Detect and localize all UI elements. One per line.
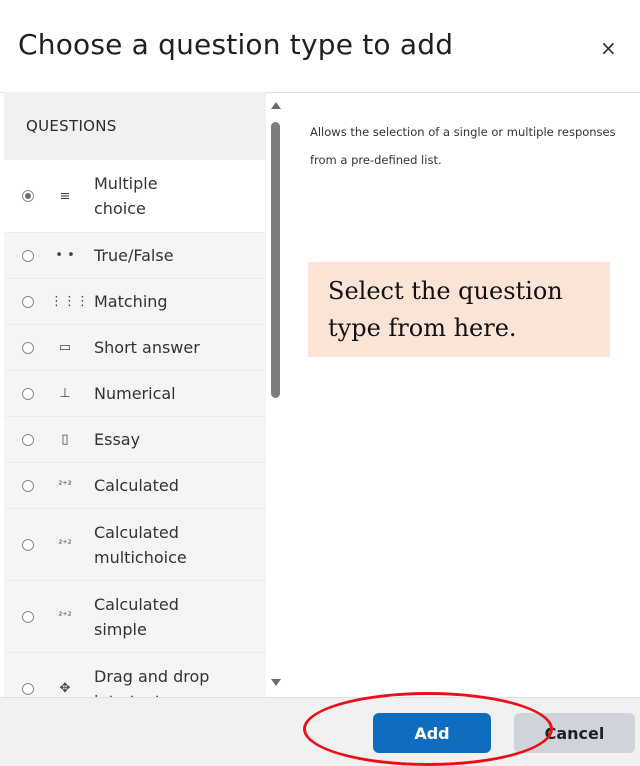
annotation-callout: Select the question type from here. (308, 262, 610, 357)
scroll-down-arrow-icon[interactable] (271, 679, 281, 686)
dialog-header: Choose a question type to add × (0, 0, 640, 93)
radio-calculated[interactable] (22, 479, 34, 492)
option-label: Short answer (94, 338, 200, 357)
option-short-answer[interactable]: ▭ Short answer (4, 325, 266, 371)
radio-numerical[interactable] (22, 387, 34, 400)
option-multiple-choice[interactable]: ≡ Multiple choice (4, 160, 266, 233)
option-label: Calculated (94, 476, 179, 495)
option-label: Calculated multichoice (94, 522, 187, 567)
scroll-up-arrow-icon[interactable] (271, 102, 281, 109)
radio-short-answer[interactable] (22, 341, 34, 354)
option-matching[interactable]: ⋮⋮⋮ Matching (4, 279, 266, 325)
option-label: Calculated simple (94, 594, 179, 639)
option-true-false[interactable]: • • True/False (4, 233, 266, 279)
radio-matching[interactable] (22, 295, 34, 308)
radio-multiple-choice[interactable] (22, 190, 34, 202)
numerical-icon: ⊥ (59, 386, 71, 401)
option-essay[interactable]: ▯ Essay (4, 417, 266, 463)
option-label: Numerical (94, 384, 176, 403)
questions-category-header: QUESTIONS (4, 92, 266, 160)
add-button[interactable]: Add (373, 713, 491, 753)
option-numerical[interactable]: ⊥ Numerical (4, 371, 266, 417)
radio-calculated-multichoice[interactable] (22, 538, 34, 551)
option-label: True/False (94, 246, 174, 265)
option-calculated-multichoice[interactable]: ²⁺² Calculated multichoice (4, 509, 266, 581)
list-scrollbar[interactable] (268, 100, 284, 692)
cancel-button[interactable]: Cancel (514, 713, 635, 753)
close-icon[interactable]: × (600, 36, 617, 60)
list-icon: ≡ (59, 188, 71, 204)
calculated-multichoice-icon: ²⁺² (58, 539, 72, 550)
essay-page-icon: ▯ (61, 432, 69, 447)
scrollbar-thumb[interactable] (271, 122, 280, 398)
option-calculated[interactable]: ²⁺² Calculated (4, 463, 266, 509)
matching-grid-icon: ⋮⋮⋮ (50, 294, 89, 309)
option-label: Drag and drop into text (94, 666, 210, 698)
radio-true-false[interactable] (22, 249, 34, 262)
dialog-title: Choose a question type to add (18, 28, 454, 61)
radio-essay[interactable] (22, 433, 34, 446)
radio-calculated-simple[interactable] (22, 610, 34, 623)
question-type-list: QUESTIONS ≡ Multiple choice • • True/Fal… (4, 92, 266, 697)
option-label: Multiple choice (94, 174, 158, 218)
calculated-simple-icon: ²⁺² (58, 611, 72, 622)
option-label: Essay (94, 430, 141, 449)
option-label: Matching (94, 292, 168, 311)
calculated-icon: ²⁺² (58, 480, 72, 491)
option-drag-drop-text[interactable]: ✥ Drag and drop into text (4, 653, 266, 697)
radio-drag-drop-text[interactable] (22, 682, 34, 695)
move-arrows-icon: ✥ (59, 681, 71, 696)
option-calculated-simple[interactable]: ²⁺² Calculated simple (4, 581, 266, 653)
two-dots-icon: • • (55, 248, 75, 263)
short-answer-box-icon: ▭ (58, 340, 72, 355)
question-type-description: Allows the selection of a single or mult… (310, 125, 616, 167)
